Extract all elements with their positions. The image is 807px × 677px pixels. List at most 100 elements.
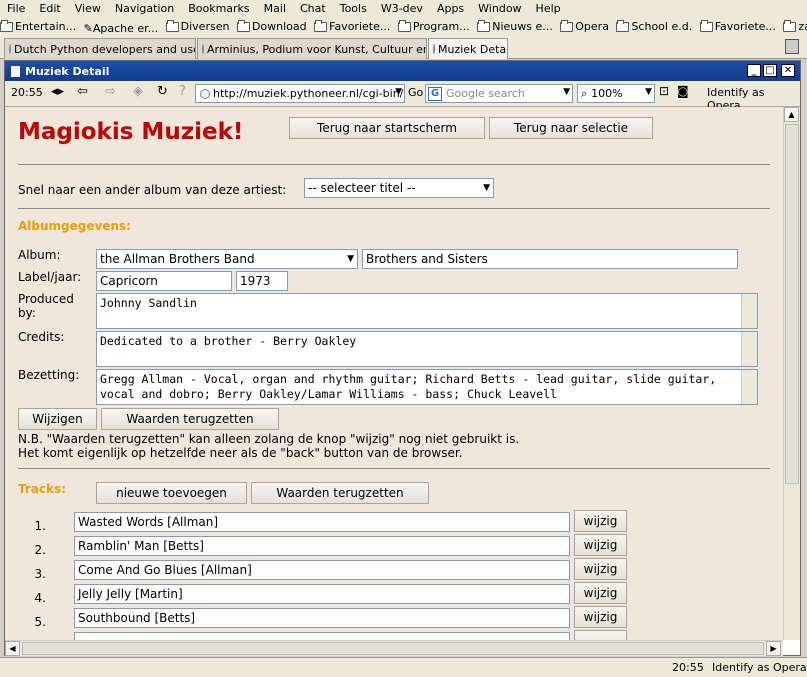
menu-file[interactable]: File (0, 0, 32, 18)
label-input[interactable]: Capricorn (96, 271, 232, 291)
track-title-input[interactable]: Come And Go Blues [Allman] (74, 560, 570, 580)
scroll-thumb[interactable] (22, 642, 764, 655)
track-edit-button[interactable]: wijzig (574, 582, 627, 604)
folder-icon (0, 20, 13, 32)
bookmark-nieuws[interactable]: Nieuws e... (477, 18, 553, 36)
note-line-1: N.B. "Waarden terugzetten" kan alleen zo… (18, 432, 520, 446)
track-edit-button[interactable] (574, 630, 627, 640)
produced-by-textarea[interactable]: Johnny Sandlin (96, 293, 758, 329)
track-title-input[interactable] (74, 632, 570, 640)
back-to-home-button[interactable]: Terug naar startscherm (289, 117, 485, 139)
bookmark-apache[interactable]: ✎ Apache er... (84, 20, 159, 36)
tab-arminius[interactable]: Arminius, Podium voor Kunst, Cultuur en … (197, 38, 427, 59)
credits-textarea[interactable]: Dedicated to a brother - Berry Oakley (96, 331, 758, 367)
help-icon[interactable]: ? (179, 84, 186, 99)
album-section-heading: Albumgegevens: (18, 219, 131, 233)
quick-album-label: Snel naar een ander album van deze artie… (18, 183, 287, 197)
menu-mail[interactable]: Mail (257, 0, 293, 18)
folder-icon (165, 20, 179, 32)
wijzigen-button[interactable]: Wijzigen (18, 408, 97, 430)
bookmark-school[interactable]: School e.d. (616, 18, 692, 36)
back-history-icon[interactable]: ◂▸ (51, 84, 64, 99)
maximize-button[interactable]: □ (763, 64, 777, 77)
lock-icon[interactable]: ⊡ (659, 84, 669, 98)
track-title-input[interactable]: Wasted Words [Allman] (74, 512, 570, 532)
bookmark-favoriete-1[interactable]: Favoriete... (314, 18, 390, 36)
close-button[interactable]: ✕ (781, 64, 795, 77)
menu-edit[interactable]: Edit (32, 0, 67, 18)
scroll-thumb[interactable] (785, 124, 799, 484)
tracks-reset-button[interactable]: Waarden terugzetten (251, 482, 429, 504)
horizontal-scrollbar[interactable]: ◀ ▶ (5, 640, 783, 656)
url-input[interactable]: http://muziek.pythoneer.nl/cgi-bin/ ▼ (195, 84, 405, 103)
track-title-input[interactable]: Southbound [Betts] (74, 608, 570, 628)
reset-values-button[interactable]: Waarden terugzetten (101, 408, 279, 430)
reload-icon[interactable]: ↻ (157, 84, 168, 99)
bookmark-diversen[interactable]: Diversen (165, 18, 229, 36)
back-to-selection-button[interactable]: Terug naar selectie (489, 117, 653, 139)
address-toolbar: 20:55 ◂▸ ⇦ ⇨ ◈ ↻ ? http://muziek.pythone… (5, 81, 800, 112)
go-button[interactable]: Go (408, 86, 423, 99)
menu-chat[interactable]: Chat (293, 0, 333, 18)
textarea-scrollbar[interactable] (741, 332, 757, 366)
status-clock: 20:55 (672, 661, 704, 674)
bookmark-favoriete-2[interactable]: Favoriete... (699, 18, 776, 36)
zoom-select[interactable]: ⌕ 100% ▼ (577, 84, 655, 103)
back-icon[interactable]: ⇦ (77, 84, 88, 99)
fast-forward-icon[interactable]: ◈ (133, 84, 143, 99)
album-title-select[interactable]: -- selecteer titel -- ▼ (304, 178, 494, 198)
menu-tools[interactable]: Tools (333, 0, 374, 18)
vertical-scrollbar[interactable]: ▲ (783, 107, 800, 640)
minimize-button[interactable]: _ (747, 64, 761, 77)
scroll-up-icon[interactable]: ▲ (784, 107, 799, 122)
bookmark-entertain[interactable]: Entertain... (0, 18, 76, 36)
bookmark-download[interactable]: Download (236, 18, 307, 36)
bookmark-opera[interactable]: Opera (560, 18, 609, 36)
bookmark-zaken[interactable]: zaken (783, 18, 807, 36)
textarea-scrollbar[interactable] (741, 370, 757, 404)
page-title: Magiokis Muziek! (18, 119, 244, 145)
scroll-left-icon[interactable]: ◀ (5, 641, 20, 656)
track-number: 3. (34, 567, 46, 581)
tab-dutch-python[interactable]: Dutch Python developers and users (4, 38, 196, 59)
menu-apps[interactable]: Apps (430, 0, 471, 18)
track-edit-button[interactable]: wijzig (574, 558, 627, 580)
page-icon (200, 88, 210, 99)
folder-icon (314, 20, 328, 32)
track-edit-button[interactable]: wijzig (574, 534, 627, 556)
bookmark-program[interactable]: Program... (397, 18, 470, 36)
tab-bar: Dutch Python developers and users Armini… (0, 36, 807, 59)
menu-bookmarks[interactable]: Bookmarks (181, 0, 256, 18)
search-input[interactable]: G Google search ▼ (425, 84, 573, 103)
camera-icon[interactable]: ◙ (677, 84, 689, 98)
status-identify[interactable]: Identify as Opera (712, 661, 807, 674)
album-label: Album: (18, 248, 61, 262)
chevron-down-icon[interactable]: ▼ (645, 87, 652, 97)
tab-muziek-detail[interactable]: Muziek Detail (428, 38, 508, 59)
chevron-down-icon[interactable]: ▼ (563, 87, 570, 97)
track-number: 2. (34, 543, 46, 557)
album-title-input[interactable]: Brothers and Sisters (362, 249, 738, 269)
forward-icon[interactable]: ⇨ (105, 84, 116, 99)
status-bar: 20:55 Identify as Opera (0, 657, 807, 677)
menu-help[interactable]: Help (529, 0, 568, 18)
track-edit-button[interactable]: wijzig (574, 510, 627, 532)
textarea-scrollbar[interactable] (741, 294, 757, 328)
folder-icon (560, 20, 574, 32)
track-edit-button[interactable]: wijzig (574, 606, 627, 628)
chevron-down-icon[interactable]: ▼ (395, 87, 402, 97)
tracks-section-heading: Tracks: (18, 482, 66, 496)
year-input[interactable]: 1973 (236, 271, 288, 291)
track-title-input[interactable]: Ramblin' Man [Betts] (74, 536, 570, 556)
menu-w3dev[interactable]: W3-dev (374, 0, 430, 18)
add-track-button[interactable]: nieuwe toevoegen (96, 482, 247, 504)
folder-icon (477, 20, 491, 32)
artist-select[interactable]: the Allman Brothers Band ▼ (96, 249, 358, 269)
trash-icon[interactable] (785, 39, 799, 54)
scroll-right-icon[interactable]: ▶ (766, 641, 781, 656)
track-title-input[interactable]: Jelly Jelly [Martin] (74, 584, 570, 604)
menu-view[interactable]: View (68, 0, 108, 18)
menu-window[interactable]: Window (471, 0, 528, 18)
menu-navigation[interactable]: Navigation (108, 0, 181, 18)
bezetting-textarea[interactable]: Gregg Allman - Vocal, organ and rhythm g… (96, 369, 758, 405)
